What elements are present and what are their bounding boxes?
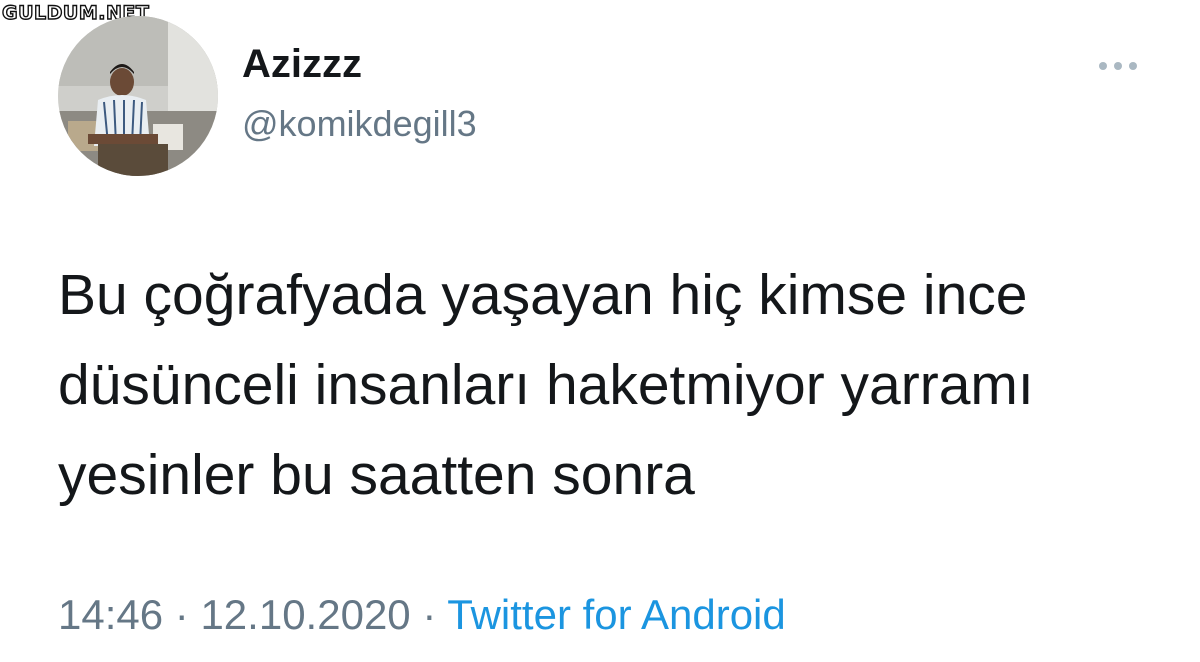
tweet-date[interactable]: 12.10.2020 [200, 591, 410, 638]
tweet-line: yesinler bu saatten sonra [58, 443, 695, 507]
avatar[interactable] [58, 16, 218, 176]
meta-separator: · [174, 591, 189, 638]
profile-photo-icon [58, 16, 218, 176]
author-display-name[interactable]: Azizzz [242, 42, 362, 86]
tweet-line: Bu çoğrafyada yaşayan hiç kimse ince [58, 263, 1028, 327]
meta-separator: · [422, 591, 437, 638]
tweet-meta: 14:46 · 12.10.2020 · Twitter for Android [58, 591, 786, 638]
tweet-text: Bu çoğrafyada yaşayan hiç kimse ince düs… [58, 250, 1158, 520]
more-horizontal-icon[interactable] [1095, 56, 1141, 76]
tweet-source-link[interactable]: Twitter for Android [447, 591, 785, 638]
tweet-time[interactable]: 14:46 [58, 591, 163, 638]
author-handle[interactable]: @komikdegill3 [242, 104, 477, 144]
tweet-line: düsünceli insanları haketmiyor yarramı [58, 353, 1034, 417]
